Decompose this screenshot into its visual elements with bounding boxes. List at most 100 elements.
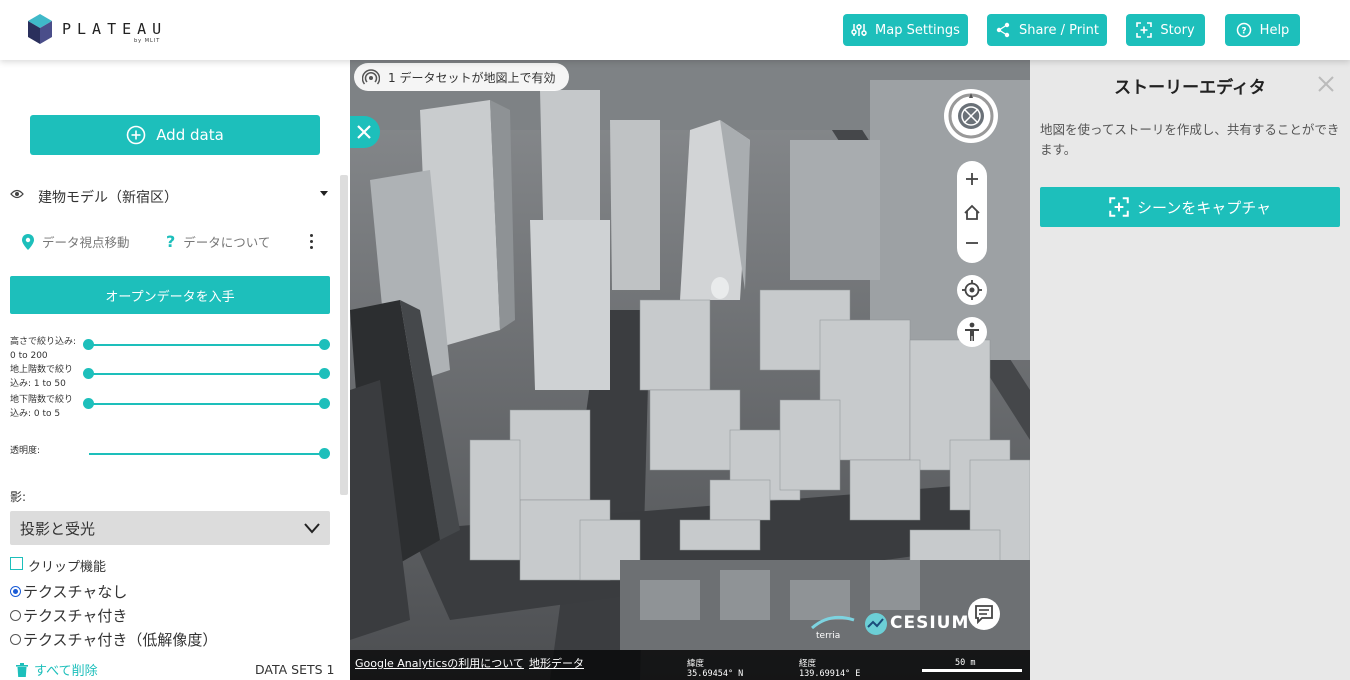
map-settings-label: Map Settings [875, 22, 960, 38]
get-open-data-label: オープンデータを入手 [105, 289, 235, 305]
analytics-link[interactable]: Google Analyticsの利用について [355, 655, 524, 671]
map-view[interactable]: 1 データセットが地図上で有効 terria CESIUM Google Ana… [350, 60, 1030, 680]
help-icon: ? [1236, 22, 1251, 38]
radio-button[interactable] [10, 634, 21, 645]
share-icon [996, 22, 1010, 38]
radio-button[interactable] [10, 586, 21, 597]
basement-filter-label-line1: 地下階数で絞り [10, 395, 74, 405]
height-filter-min-handle[interactable] [83, 339, 94, 350]
floors-filter-label-line2: 込み: 1 to 50 [10, 379, 66, 389]
story-editor-panel: ストーリーエディタ 地図を使ってストーリを作成し、共有することができます。 シー… [1030, 60, 1350, 680]
basement-filter-max-handle[interactable] [319, 398, 330, 409]
opacity-label: 透明度: [10, 446, 41, 456]
more-options-icon[interactable] [310, 234, 314, 250]
floors-filter-min-handle[interactable] [83, 368, 94, 379]
dataset-header[interactable]: 建物モデル（新宿区） [0, 180, 340, 210]
plateau-logo[interactable]: PLATEAU by MLIT [28, 14, 168, 46]
get-open-data-button[interactable]: オープンデータを入手 [10, 276, 330, 314]
radio-button[interactable] [10, 610, 21, 621]
map-settings-button[interactable]: Map Settings [843, 14, 968, 46]
height-filter-label-line1: 高さで絞り込み: [10, 337, 77, 347]
story-editor-title: ストーリーエディタ [1114, 78, 1266, 98]
opacity-track[interactable] [89, 453, 325, 455]
radio-no-texture[interactable]: テクスチャなし [10, 581, 127, 602]
basement-filter-min-handle[interactable] [83, 398, 94, 409]
active-datasets-pill[interactable]: 1 データセットが地図上で有効 [354, 63, 570, 91]
share-print-label: Share / Print [1018, 22, 1100, 38]
longitude-label: 経度 [799, 659, 817, 669]
chevron-down-icon [304, 523, 320, 534]
svg-text:?: ? [1241, 27, 1246, 37]
about-data-button[interactable]: ? データについて [166, 232, 270, 251]
help-label: Help [1259, 22, 1290, 38]
cube-logo-icon [28, 14, 52, 44]
compass-icon [948, 93, 994, 139]
zoom-out-button[interactable] [957, 229, 987, 263]
basement-filter-label: 地下階数で絞り 込み: 0 to 5 [10, 393, 90, 421]
eye-icon[interactable] [10, 189, 24, 199]
floors-filter-track[interactable] [89, 373, 325, 375]
latitude-value: 35.69454° N [687, 669, 744, 679]
story-label: Story [1160, 22, 1195, 38]
cesium-logo-icon [865, 613, 887, 635]
cesium-wordmark: CESIUM [890, 613, 970, 633]
close-icon [357, 125, 371, 139]
height-filter-track[interactable] [89, 344, 325, 346]
person-icon [965, 322, 979, 341]
floors-filter-label: 地上階数で絞り 込み: 1 to 50 [10, 363, 90, 391]
fly-to-data-button[interactable]: データ視点移動 [22, 232, 130, 251]
feedback-button[interactable] [968, 598, 1000, 630]
close-icon[interactable] [1316, 74, 1336, 94]
height-filter-max-handle[interactable] [319, 339, 330, 350]
radio-no-texture-label: テクスチャなし [23, 583, 128, 601]
height-filter-label: 高さで絞り込み: 0 to 200 [10, 335, 90, 363]
clip-checkbox[interactable] [10, 557, 23, 570]
capture-scene-button[interactable]: シーンをキャプチャ [1040, 187, 1340, 227]
add-data-label: Add data [156, 126, 224, 144]
scale-bar [922, 669, 1022, 672]
floors-filter-max-handle[interactable] [319, 368, 330, 379]
scale-text: 50 m [955, 658, 976, 668]
terria-logo-icon: terria [811, 615, 855, 640]
longitude-readout: 経度 139.69914° E [799, 659, 860, 679]
dataset-title: 建物モデル（新宿区） [38, 190, 178, 206]
my-location-button[interactable] [957, 275, 987, 305]
pedestrian-mode-button[interactable] [957, 317, 987, 347]
crosshair-icon [962, 280, 982, 300]
plus-circle-icon [126, 125, 146, 145]
radio-low-res-texture[interactable]: テクスチャ付き（低解像度） [10, 629, 217, 650]
capture-icon [1109, 197, 1129, 217]
opacity-handle[interactable] [319, 448, 330, 459]
shadow-select-value: 投影と受光 [20, 520, 96, 538]
compass-control[interactable] [944, 89, 998, 143]
capture-scene-label: シーンをキャプチャ [1136, 198, 1272, 217]
shadow-label: 影: [10, 490, 27, 504]
radio-with-texture[interactable]: テクスチャ付き [10, 605, 127, 626]
radio-low-res-texture-label: テクスチャ付き（低解像度） [23, 631, 218, 649]
basement-filter-track[interactable] [89, 403, 325, 405]
height-filter-label-line2: 0 to 200 [10, 351, 48, 361]
help-button[interactable]: ? Help [1225, 14, 1300, 46]
map-pin-icon [22, 233, 34, 250]
terrain-data-link[interactable]: 地形データ [529, 655, 584, 671]
caret-down-icon[interactable] [320, 191, 328, 196]
story-editor-description: 地図を使ってストーリを作成し、共有することができます。 [1040, 122, 1340, 157]
home-button[interactable] [957, 195, 987, 229]
datasets-count: DATA SETS 1 [255, 662, 335, 677]
sliders-icon [851, 24, 867, 36]
shadow-select[interactable]: 投影と受光 [10, 511, 330, 545]
add-data-button[interactable]: Add data [30, 115, 320, 155]
city-3d-render[interactable] [350, 60, 1030, 680]
share-print-button[interactable]: Share / Print [987, 14, 1107, 46]
trash-icon [16, 662, 28, 677]
question-icon: ? [166, 232, 176, 251]
latitude-readout: 緯度 35.69454° N [687, 659, 743, 679]
delete-all-button[interactable]: すべて削除 [16, 660, 98, 679]
workbench-panel: Add data 建物モデル（新宿区） データ視点移動 ? データについて オー… [0, 60, 350, 680]
story-button[interactable]: Story [1126, 14, 1205, 46]
longitude-value: 139.69914° E [799, 669, 861, 679]
zoom-in-button[interactable] [957, 161, 987, 195]
fly-to-data-label: データ視点移動 [42, 235, 130, 250]
workbench-scrollbar[interactable] [340, 175, 348, 495]
capture-icon [1136, 22, 1153, 38]
